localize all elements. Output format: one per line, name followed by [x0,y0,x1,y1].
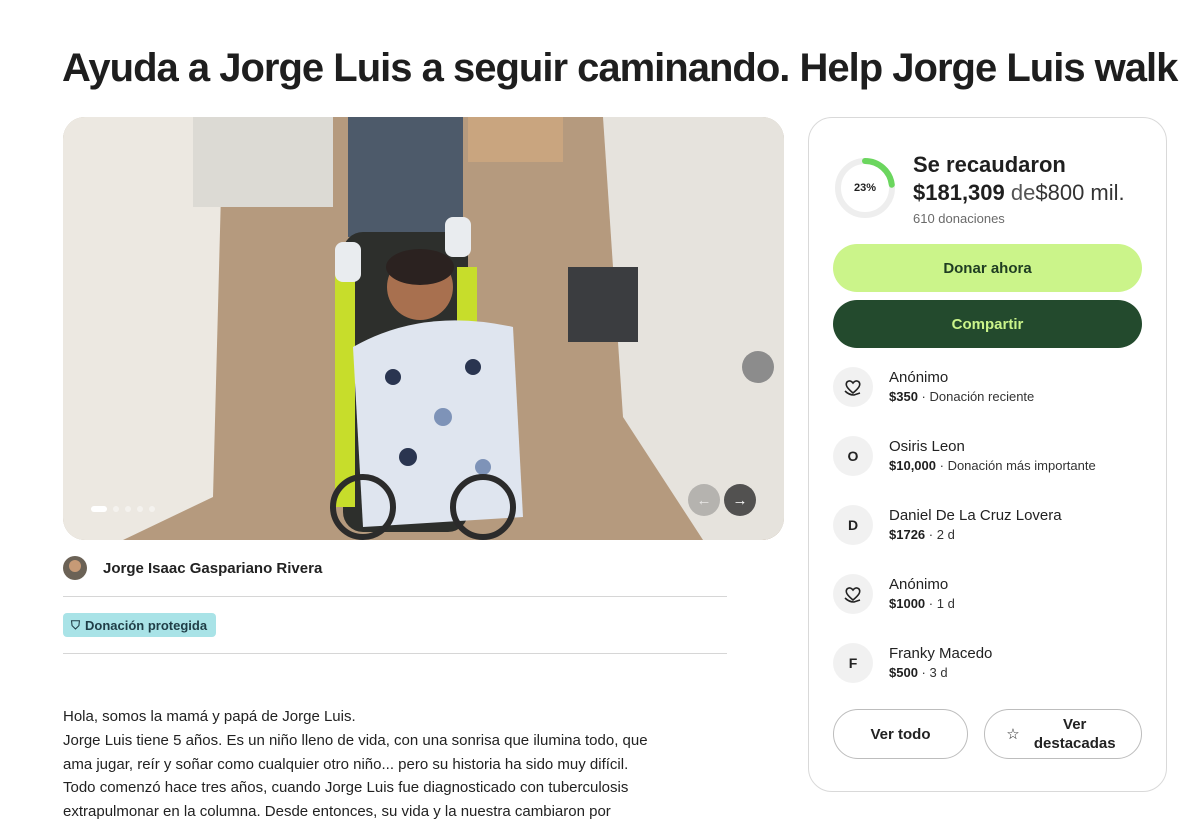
see-featured-label: Ver destacadas [1033,716,1116,752]
avatar [63,556,87,580]
progress-ring: 23% [833,156,897,220]
next-arrow-icon[interactable]: → [724,484,756,516]
carousel-dot[interactable] [91,506,107,512]
goal-amount: $800 mil. [1035,180,1125,205]
donor-amount: $1726 [889,527,926,542]
story-line: extrapulmonar en la columna. Desde enton… [63,803,611,821]
badge-label: Donación protegida [85,617,208,633]
raised-amounts: $181,309 de$800 mil. [913,180,1125,206]
donor-amount: $500 [889,665,918,680]
story-line: ama jugar, reír y soñar como cualquier o… [63,755,629,773]
donor-note: · 1 d [928,596,955,611]
see-all-button[interactable]: Ver todo [833,709,968,759]
donor-name: Osiris Leon [889,438,965,455]
raised-amount: $181,309 [913,180,1005,205]
donor-note: · Donación reciente [921,389,1035,404]
donation-count: 610 donaciones [913,211,1005,226]
photo-illustration [63,117,784,540]
heart-hand-icon [833,367,873,407]
donor-amount: $1000 [889,596,926,611]
carousel-dot[interactable] [137,506,143,512]
carousel-dot[interactable] [125,506,131,512]
see-featured-button[interactable]: ☆ Ver destacadas [984,709,1142,759]
carousel-dot[interactable] [149,506,155,512]
donor-name: Franky Macedo [889,645,993,662]
donor-initial: O [833,436,873,476]
of-text: de [1010,180,1036,205]
donor-item: F Franky Macedo $500 · 3 d [833,638,992,688]
donation-card: 23% Se recaudaron $181,309 de$800 mil. 6… [808,117,1167,792]
donor-name: Daniel De La Cruz Lovera [889,507,1062,524]
donor-amount: $350 [889,389,918,404]
donor-initial: F [833,643,873,683]
carousel-indicators [91,506,155,512]
story-line: Todo comenzó hace tres años, cuando Jorg… [63,779,629,797]
donor-item: D Daniel De La Cruz Lovera $1726 · 2 d [833,500,1062,550]
campaign-photo[interactable]: ← → [63,117,784,540]
donor-item: Anónimo $350 · Donación reciente [833,362,1034,412]
prev-arrow-icon[interactable]: ← [688,484,720,516]
story-line: Hola, somos la mamá y papá de Jorge Luis… [63,708,356,725]
donor-note: · 3 d [921,665,948,680]
donor-initial: D [833,505,873,545]
divider [63,653,727,654]
donor-item: O Osiris Leon $10,000 · Donación más imp… [833,431,1096,481]
page-title: Ayuda a Jorge Luis a seguir caminando. H… [62,46,1178,90]
protected-donation-badge[interactable]: ⛉ Donación protegida [63,613,217,637]
heart-hand-icon [833,574,873,614]
shield-icon: ⛉ [71,617,81,632]
divider [63,596,727,597]
star-icon: ☆ [1006,726,1020,743]
story-line: Jorge Luis tiene 5 años. Es un niño llen… [63,731,648,749]
donor-amount: $10,000 [889,458,936,473]
donate-button[interactable]: Donar ahora [833,244,1142,292]
story-text: Hola, somos la mamá y papá de Jorge Luis… [63,705,723,824]
organizer-name[interactable]: Jorge Isaac Gaspariano Rivera [103,560,322,577]
share-button[interactable]: Compartir [833,300,1142,348]
organizer[interactable]: Jorge Isaac Gaspariano Rivera [63,556,322,580]
donor-name: Anónimo [889,369,949,386]
progress-percent: 23% [853,182,877,194]
carousel-dot[interactable] [113,506,119,512]
donor-name: Anónimo [889,576,949,593]
donor-note: · Donación más importante [939,458,1096,473]
donor-item: Anónimo $1000 · 1 d [833,569,955,619]
donor-note: · 2 d [928,527,955,542]
raised-label: Se recaudaron [913,152,1066,177]
